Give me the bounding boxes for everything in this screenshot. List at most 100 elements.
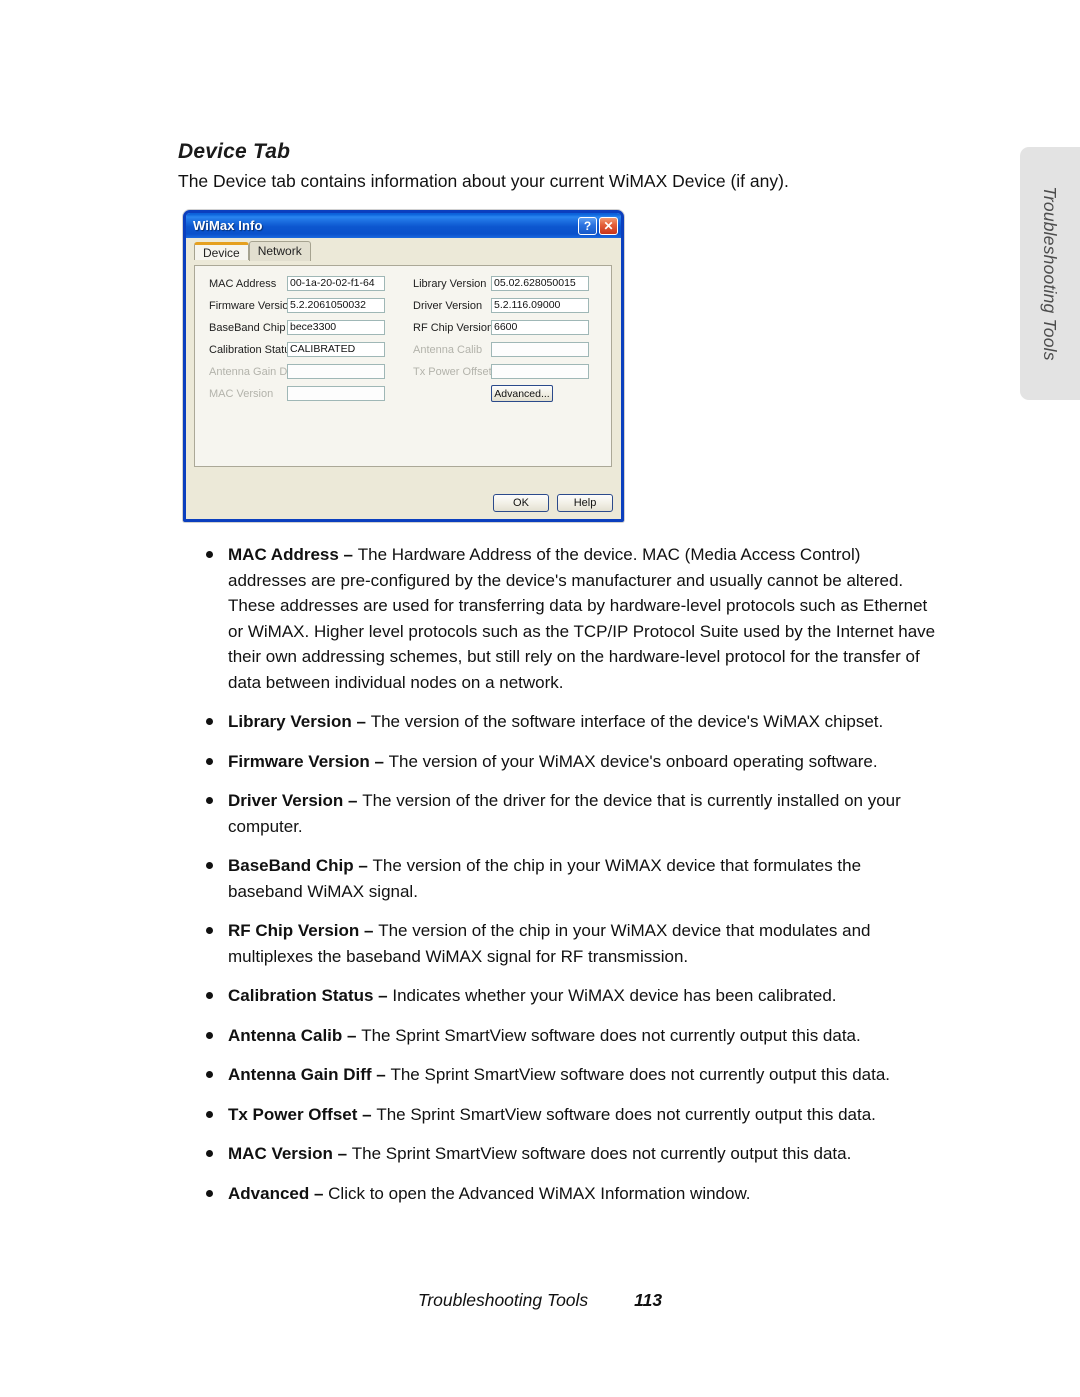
bullet-dot-icon: [206, 992, 213, 999]
bullet-dot-icon: [206, 718, 213, 725]
field-label: Library Version: [413, 277, 487, 290]
list-item: Driver Version – The version of the driv…: [178, 788, 938, 839]
baseband-chip-input[interactable]: bece3300: [287, 320, 385, 335]
field-tx-power-offset: Tx Power Offset: [413, 364, 589, 379]
list-item: Antenna Calib – The Sprint SmartView sof…: [178, 1023, 938, 1049]
bullet-term: Calibration Status –: [228, 986, 393, 1005]
side-thumb-tab-label: Troubleshooting Tools: [1040, 186, 1061, 361]
bullet-text: The Sprint SmartView software does not c…: [361, 1025, 861, 1045]
field-label: Antenna Gain Diff: [209, 365, 296, 378]
page-title: Device Tab: [178, 140, 291, 163]
bullet-term: Firmware Version –: [228, 751, 389, 771]
field-label: Antenna Calib: [413, 343, 483, 356]
list-item: Calibration Status – Indicates whether y…: [178, 983, 938, 1009]
bullet-term: MAC Address –: [228, 545, 358, 564]
field-label: MAC Version: [209, 387, 274, 400]
dialog-tabstrip: Device Network: [186, 238, 621, 261]
tab-network[interactable]: Network: [248, 241, 311, 261]
bullet-term: Tx Power Offset –: [228, 1104, 377, 1124]
field-label: BaseBand Chip: [209, 321, 286, 334]
bullet-dot-icon: [206, 1031, 213, 1039]
field-label: Tx Power Offset: [413, 365, 492, 378]
wimax-info-dialog: WiMax Info ? ✕ Device Network MAC Addres…: [183, 210, 624, 522]
bullet-term: MAC Version –: [228, 1144, 352, 1163]
tab-device[interactable]: Device: [194, 242, 249, 260]
rf-chip-version-input[interactable]: 6600: [491, 320, 589, 335]
bullet-dot-icon: [206, 551, 213, 558]
manual-page: Troubleshooting Tools Device Tab The Dev…: [0, 0, 1080, 1397]
bullet-dot-icon: [206, 1189, 213, 1197]
list-item: Tx Power Offset – The Sprint SmartView s…: [178, 1102, 938, 1128]
dialog-footer-buttons: OK Help: [493, 494, 613, 512]
bullet-dot-icon: [206, 1071, 213, 1078]
bullet-text: The Hardware Address of the device. MAC …: [228, 545, 936, 692]
bullet-term: Library Version –: [228, 712, 371, 731]
footer-inner: Troubleshooting Tools 113: [418, 1290, 662, 1311]
field-label: RF Chip Version: [413, 321, 494, 334]
field-description-list: MAC Address – The Hardware Address of th…: [178, 542, 938, 1220]
bullet-text: Click to open the Advanced WiMAX Informa…: [328, 1183, 751, 1203]
bullet-text: The Sprint SmartView software does not c…: [376, 1104, 876, 1124]
bullet-dot-icon: [206, 927, 213, 934]
help-icon[interactable]: ?: [578, 216, 597, 235]
driver-version-input[interactable]: 5.2.116.09000: [491, 298, 589, 313]
bullet-text: The Sprint SmartView software does not c…: [351, 1144, 852, 1163]
field-antenna-calib: Antenna Calib: [413, 342, 589, 357]
field-label: Firmware Version: [209, 299, 295, 312]
bullet-text: The version of your WiMAX device's onboa…: [388, 751, 878, 771]
firmware-version-input[interactable]: 5.2.2061050032: [287, 298, 385, 313]
close-icon[interactable]: ✕: [599, 216, 618, 235]
bullet-text: The version of the software interface of…: [370, 712, 884, 731]
advanced-button[interactable]: Advanced...: [491, 385, 553, 402]
calibration-status-input[interactable]: CALIBRATED: [287, 342, 385, 357]
bullet-term: Antenna Gain Diff –: [228, 1065, 391, 1084]
list-item: Firmware Version – The version of your W…: [178, 749, 938, 775]
bullet-term: BaseBand Chip –: [228, 856, 373, 875]
list-item: MAC Version – The Sprint SmartView softw…: [178, 1141, 938, 1167]
ok-button[interactable]: OK: [493, 494, 549, 512]
bullet-dot-icon: [206, 797, 213, 804]
field-rf-chip-version: RF Chip Version 6600: [413, 320, 589, 335]
help-button[interactable]: Help: [557, 494, 613, 512]
field-antenna-gain-diff: Antenna Gain Diff: [209, 364, 385, 379]
bullet-dot-icon: [206, 1150, 213, 1157]
field-label: Driver Version: [413, 299, 483, 312]
bullet-dot-icon: [206, 1110, 213, 1118]
footer-chapter-label: Troubleshooting Tools: [417, 1290, 589, 1310]
bullet-text: The Sprint SmartView software does not c…: [390, 1065, 891, 1084]
field-firmware-version: Firmware Version 5.2.2061050032: [209, 298, 385, 313]
titlebar-button-group: ? ✕: [578, 216, 618, 235]
list-item: MAC Address – The Hardware Address of th…: [178, 542, 938, 695]
field-library-version: Library Version 05.02.628050015: [413, 276, 589, 291]
bullet-term: Advanced –: [228, 1183, 329, 1203]
bullet-term: RF Chip Version –: [228, 921, 379, 940]
list-item: Advanced – Click to open the Advanced Wi…: [178, 1181, 938, 1207]
dialog-title: WiMax Info: [193, 218, 263, 233]
list-item: Antenna Gain Diff – The Sprint SmartView…: [178, 1062, 938, 1088]
bullet-dot-icon: [206, 757, 213, 765]
field-mac-address: MAC Address 00-1a-20-02-f1-64: [209, 276, 385, 291]
field-driver-version: Driver Version 5.2.116.09000: [413, 298, 589, 313]
bullet-term: Antenna Calib –: [228, 1025, 362, 1045]
bullet-dot-icon: [206, 862, 213, 869]
tx-power-offset-input: [491, 364, 589, 379]
list-item: BaseBand Chip – The version of the chip …: [178, 853, 938, 904]
bullet-text: Indicates whether your WiMAX device has …: [392, 986, 837, 1005]
field-calibration-status: Calibration Status CALIBRATED: [209, 342, 385, 357]
field-mac-version: MAC Version: [209, 386, 385, 401]
mac-address-input[interactable]: 00-1a-20-02-f1-64: [287, 276, 385, 291]
dialog-titlebar: WiMax Info ? ✕: [186, 213, 621, 238]
list-item: Library Version – The version of the sof…: [178, 709, 938, 735]
antenna-calib-input: [491, 342, 589, 357]
mac-version-input: [287, 386, 385, 401]
device-field-grid: MAC Address 00-1a-20-02-f1-64 Firmware V…: [195, 266, 611, 466]
side-thumb-tab: Troubleshooting Tools: [1020, 147, 1080, 400]
intro-paragraph: The Device tab contains information abou…: [178, 171, 789, 191]
device-tab-panel: MAC Address 00-1a-20-02-f1-64 Firmware V…: [194, 265, 612, 467]
library-version-input[interactable]: 05.02.628050015: [491, 276, 589, 291]
field-label: MAC Address: [209, 277, 277, 290]
footer-page-number: 113: [634, 1290, 663, 1310]
page-footer: Troubleshooting Tools 113: [0, 1290, 1080, 1311]
field-baseband-chip: BaseBand Chip bece3300: [209, 320, 385, 335]
bullet-term: Driver Version –: [228, 791, 363, 810]
